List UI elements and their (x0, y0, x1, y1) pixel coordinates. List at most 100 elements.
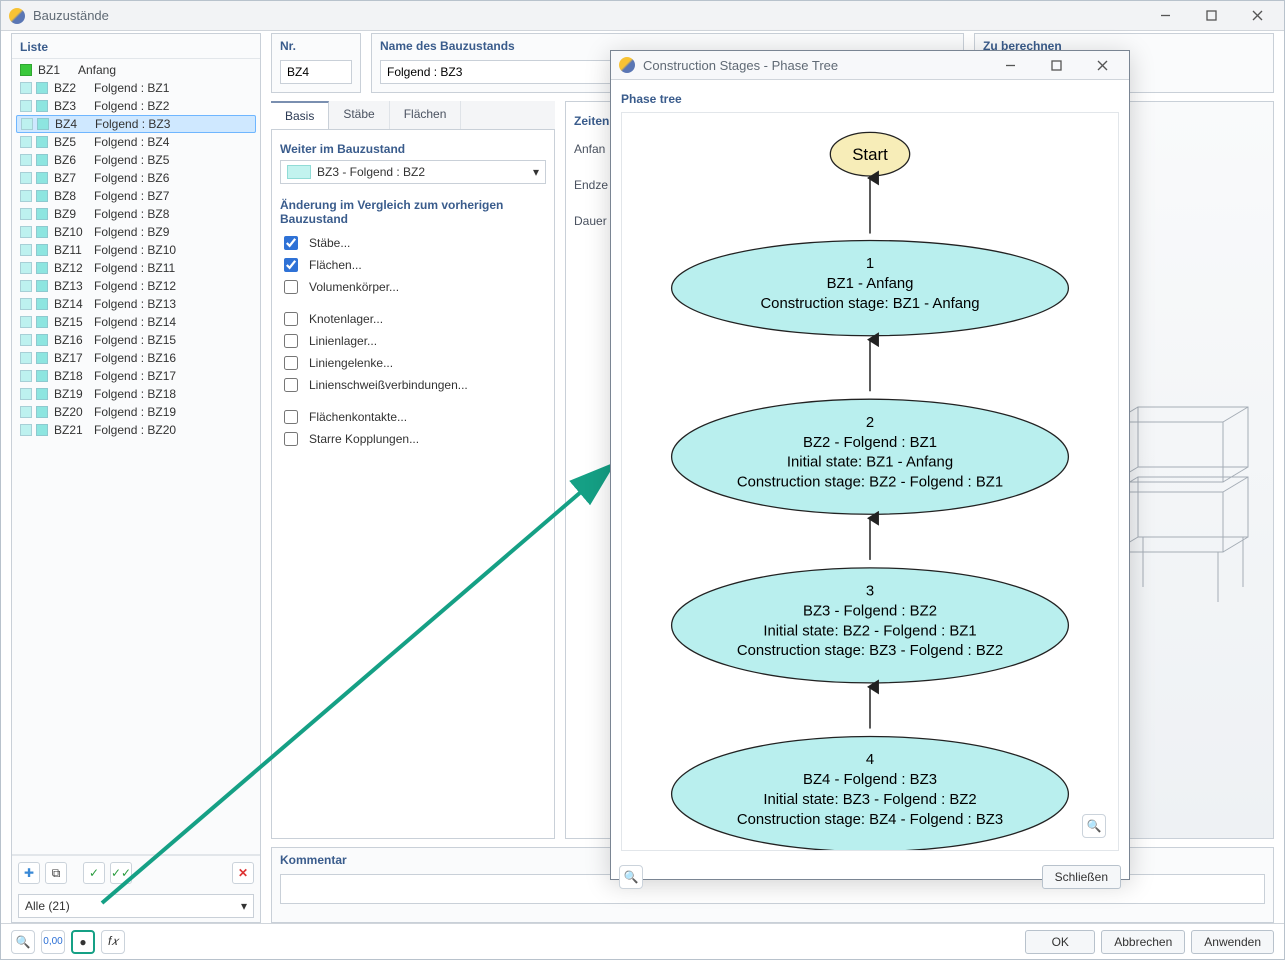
apply-button[interactable]: Anwenden (1191, 930, 1274, 954)
svg-text:Construction stage: BZ1 - Anfa: Construction stage: BZ1 - Anfang (760, 296, 979, 312)
close-phase-button[interactable]: Schließen (1042, 865, 1121, 889)
stage-list[interactable]: BZ1AnfangBZ2Folgend : BZ1BZ3Folgend : BZ… (12, 58, 260, 855)
list-item[interactable]: BZ17Folgend : BZ16 (16, 349, 256, 367)
help-icon[interactable]: 🔍 (619, 865, 643, 889)
list-item[interactable]: BZ2Folgend : BZ1 (16, 79, 256, 97)
tab-basis[interactable]: Basis (271, 101, 329, 129)
color-swatch-icon (20, 190, 32, 202)
change-checkbox[interactable]: Volumenkörper... (280, 276, 546, 298)
ok-button[interactable]: OK (1025, 930, 1095, 954)
list-item-id: BZ16 (54, 333, 88, 347)
checkbox[interactable] (284, 432, 298, 446)
list-item[interactable]: BZ18Folgend : BZ17 (16, 367, 256, 385)
change-checkbox[interactable]: Knotenlager... (280, 308, 546, 330)
copy-icon[interactable]: ⧉ (45, 862, 67, 884)
help-icon[interactable]: 🔍 (11, 930, 35, 954)
close-button[interactable] (1079, 51, 1125, 79)
list-header: Liste (12, 34, 260, 58)
checkbox[interactable] (284, 356, 298, 370)
color-swatch-icon (36, 136, 48, 148)
list-item[interactable]: BZ10Folgend : BZ9 (16, 223, 256, 241)
list-item[interactable]: BZ20Folgend : BZ19 (16, 403, 256, 421)
filter-value: Alle (21) (25, 899, 70, 913)
phase-tree-button[interactable]: ● (71, 930, 95, 954)
list-item[interactable]: BZ19Folgend : BZ18 (16, 385, 256, 403)
svg-text:4: 4 (866, 752, 874, 768)
color-swatch-icon (36, 100, 48, 112)
list-item[interactable]: BZ21Folgend : BZ20 (16, 421, 256, 439)
list-item[interactable]: BZ15Folgend : BZ14 (16, 313, 256, 331)
list-item-id: BZ18 (54, 369, 88, 383)
color-swatch-icon (20, 208, 32, 220)
maximize-button[interactable] (1188, 2, 1234, 30)
list-item[interactable]: BZ9Folgend : BZ8 (16, 205, 256, 223)
change-checkbox[interactable]: Starre Kopplungen... (280, 428, 546, 450)
new-icon[interactable]: ✚ (18, 862, 40, 884)
minimize-button[interactable] (1142, 2, 1188, 30)
checkbox[interactable] (284, 236, 298, 250)
list-item[interactable]: BZ1Anfang (16, 61, 256, 79)
check-icon[interactable]: ✓ (83, 862, 105, 884)
list-item[interactable]: BZ14 Folgend : BZ13 (16, 295, 256, 313)
change-checkbox[interactable]: Linienschweißverbindungen... (280, 374, 546, 396)
nr-input[interactable] (280, 60, 352, 84)
list-item[interactable]: BZ13Folgend : BZ12 (16, 277, 256, 295)
app-icon (619, 57, 635, 73)
change-checkbox[interactable]: Liniengelenke... (280, 352, 546, 374)
change-checkbox[interactable]: Linienlager... (280, 330, 546, 352)
delete-icon[interactable]: ✕ (232, 862, 254, 884)
change-checklist: Stäbe...Flächen... Volumenkörper... Knoten… (280, 232, 546, 450)
phase-tree-canvas[interactable]: Start1BZ1 - AnfangConstruction stage: BZ… (621, 112, 1119, 851)
checkbox[interactable] (284, 258, 298, 272)
color-swatch-icon (20, 262, 32, 274)
change-label: Flächenkontakte... (309, 410, 407, 424)
minimize-button[interactable] (987, 51, 1033, 79)
list-item-id: BZ6 (54, 153, 88, 167)
checkbox[interactable] (284, 410, 298, 424)
list-item-id: BZ5 (54, 135, 88, 149)
maximize-button[interactable] (1033, 51, 1079, 79)
color-swatch-icon (36, 262, 48, 274)
svg-text:1: 1 (866, 256, 874, 272)
list-item-desc: Folgend : BZ6 (94, 171, 252, 185)
weiter-combo[interactable]: BZ3 - Folgend : BZ2 ▾ (280, 160, 546, 184)
zoom-tool-icon[interactable]: 🔍 (1082, 814, 1106, 838)
change-checkbox[interactable]: Stäbe... (280, 232, 546, 254)
list-item[interactable]: BZ4Folgend : BZ3 (16, 115, 256, 133)
close-button[interactable] (1234, 2, 1280, 30)
list-item-desc: Folgend : BZ13 (94, 297, 252, 311)
checkbox[interactable] (284, 378, 298, 392)
list-item[interactable]: BZ11Folgend : BZ10 (16, 241, 256, 259)
svg-text:Construction stage: BZ4 - Folg: Construction stage: BZ4 - Folgend : BZ3 (737, 812, 1003, 828)
phase-footer: 🔍 Schließen (611, 857, 1129, 897)
fx-icon[interactable]: f𝑥 (101, 930, 125, 954)
list-item[interactable]: BZ5Folgend : BZ4 (16, 133, 256, 151)
color-swatch-icon (20, 226, 32, 238)
change-checkbox[interactable]: Flächenkontakte... (280, 406, 546, 428)
color-swatch-icon (36, 208, 48, 220)
tab-flachen[interactable]: Flächen (390, 101, 462, 129)
list-item[interactable]: BZ16Folgend : BZ15 (16, 331, 256, 349)
color-swatch-icon (21, 118, 33, 130)
change-label: Volumenkörper... (309, 280, 399, 294)
tab-stabe[interactable]: Stäbe (329, 101, 389, 129)
checkbox[interactable] (284, 312, 298, 326)
list-item[interactable]: BZ3Folgend : BZ2 (16, 97, 256, 115)
svg-text:3: 3 (866, 584, 874, 600)
change-checkbox[interactable]: Flächen... (280, 254, 546, 276)
color-swatch-icon (36, 190, 48, 202)
check-all-icon[interactable]: ✓✓ (110, 862, 132, 884)
list-item-id: BZ19 (54, 387, 88, 401)
list-item[interactable]: BZ8Folgend : BZ7 (16, 187, 256, 205)
list-item[interactable]: BZ12Folgend : BZ11 (16, 259, 256, 277)
cancel-button[interactable]: Abbrechen (1101, 930, 1185, 954)
list-item[interactable]: BZ7Folgend : BZ6 (16, 169, 256, 187)
list-item[interactable]: BZ6Folgend : BZ5 (16, 151, 256, 169)
checkbox[interactable] (284, 280, 298, 294)
checkbox[interactable] (284, 334, 298, 348)
svg-text:BZ2 - Folgend : BZ1: BZ2 - Folgend : BZ1 (803, 435, 937, 451)
filter-combo[interactable]: Alle (21) ▾ (18, 894, 254, 918)
list-item-id: BZ14 (54, 297, 88, 311)
color-swatch-icon (36, 370, 48, 382)
units-icon[interactable]: 0,00 (41, 930, 65, 954)
